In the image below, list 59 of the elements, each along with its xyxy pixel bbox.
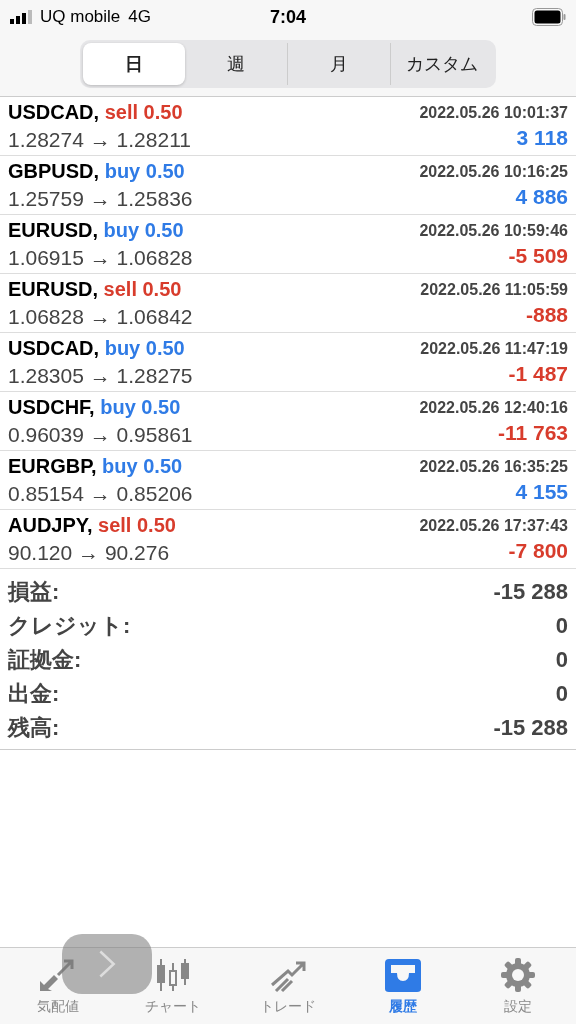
deal-prices: 90.120 → 90.276 [8,541,170,565]
deal-time: 2022.05.26 10:16:25 [419,162,568,181]
deal-title: USDCAD, buy 0.50 [8,337,185,360]
period-tab[interactable]: 日 [83,43,185,85]
deal-profit: 3 118 [516,126,568,150]
deal-time: 2022.05.26 16:35:25 [419,457,568,476]
deal-title: USDCAD, sell 0.50 [8,101,183,124]
deal-prices: 1.06915 → 1.06828 [8,246,193,270]
deal-title: EURGBP, buy 0.50 [8,455,183,478]
signal-icon [10,10,32,24]
deal-title: EURUSD, sell 0.50 [8,278,182,301]
inbox-icon [383,956,424,993]
summary-value: 0 [555,647,568,673]
summary-label: 出金: [8,680,60,708]
deal-profit: -11 763 [497,421,568,445]
deal-profit: -5 509 [508,244,568,268]
tab-bar-item[interactable]: トレード [230,948,346,1024]
tab-bar-item[interactable]: チャート [115,948,231,1024]
tab-bar-item[interactable]: 設定 [460,948,576,1024]
deal-prices: 1.06828 → 1.06842 [8,305,193,329]
deal-time: 2022.05.26 10:59:46 [419,221,568,240]
deal-profit: -1 487 [508,362,568,386]
tab-bar-item[interactable]: 気配値 [0,948,116,1024]
summary-value: 0 [555,613,568,639]
summary-label: 損益: [8,578,60,606]
deal-time: 2022.05.26 12:40:16 [419,398,568,417]
deal-time: 2022.05.26 11:05:59 [420,280,568,299]
summary-label: クレジット: [8,612,131,640]
deal-prices: 0.85154 → 0.85206 [8,482,193,506]
summary-value: -15 288 [493,715,568,741]
deal-time: 2022.05.26 10:01:37 [419,103,568,122]
deal-time: 2022.05.26 11:47:19 [420,339,568,358]
summary-label: 残高: [8,714,60,742]
deal-title: USDCHF, buy 0.50 [8,396,181,419]
deal-prices: 1.28274 → 1.28211 [8,128,191,152]
deal-prices: 1.28305 → 1.28275 [8,364,193,388]
period-tab[interactable]: 週 [185,43,287,85]
clock: 7:04 [270,6,306,28]
chevron-icon [97,949,117,979]
deal-time: 2022.05.26 17:37:43 [419,516,568,535]
floating-button[interactable] [62,934,152,994]
deal-profit: 4 886 [515,185,568,209]
deal-profit: 4 155 [515,480,568,504]
deal-title: AUDJPY, sell 0.50 [8,514,176,537]
deal-prices: 1.25759 → 1.25836 [8,187,193,211]
period-tab[interactable]: カスタム [390,43,493,85]
deal-title: EURUSD, buy 0.50 [8,219,184,242]
summary-value: 0 [555,681,568,707]
deal-profit: -7 800 [508,539,568,563]
tab-bar-item[interactable]: 履歴 [345,948,461,1024]
summary-label: 証拠金: [8,646,82,674]
deal-profit: -888 [525,303,568,327]
network-type: 4G [128,7,151,27]
deal-title: GBPUSD, buy 0.50 [8,160,185,183]
carrier-name: UQ mobile [40,7,121,27]
period-tab[interactable]: 月 [287,43,390,85]
battery-icon [532,8,566,26]
summary-value: -15 288 [493,579,568,605]
deal-prices: 0.96039 → 0.95861 [8,423,193,447]
